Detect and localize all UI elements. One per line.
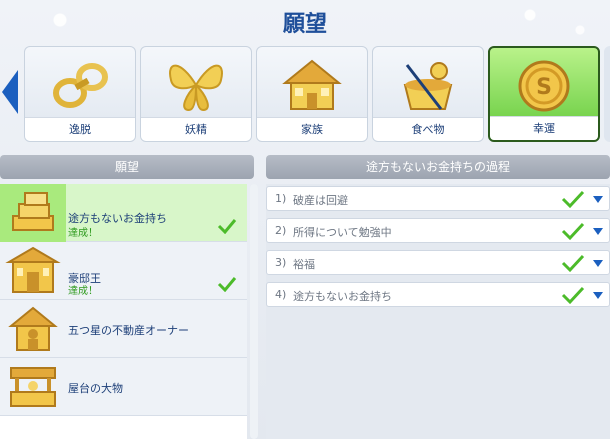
list-item[interactable]: 豪邸王 達成！: [0, 242, 247, 300]
milestone-label: 途方もないお金持ち: [293, 290, 392, 303]
milestone-row[interactable]: 1) 破産は回避: [266, 186, 610, 211]
scrollbar-thumb[interactable]: [250, 184, 258, 439]
food-stall-icon: [0, 358, 66, 416]
list-item[interactable]: 屋台の大物: [0, 358, 247, 416]
handcuffs-icon: [25, 51, 135, 119]
tab-label: 妖精: [141, 117, 251, 141]
aspiration-status: 達成！: [68, 228, 98, 239]
butterfly-wings-icon: [141, 51, 251, 119]
checkmark-icon: [561, 286, 585, 305]
mansion-icon: [0, 242, 66, 300]
milestone-number: 4): [275, 288, 287, 301]
chevron-down-icon[interactable]: [593, 196, 603, 203]
aspiration-status: 達成！: [68, 286, 98, 297]
milestone-row[interactable]: 3) 裕福: [266, 250, 610, 275]
chevron-down-icon[interactable]: [593, 228, 603, 235]
milestone-number: 3): [275, 256, 287, 269]
milestone-label: 裕福: [293, 258, 315, 271]
milestones-header: 途方もないお金持ちの過程: [266, 155, 610, 179]
gold-bars-icon: [0, 184, 66, 242]
tab-food[interactable]: 食べ物: [372, 46, 484, 142]
tab-fortune[interactable]: S 幸運: [488, 46, 600, 142]
milestone-number: 1): [275, 192, 287, 205]
tab-label: 幸運: [490, 116, 598, 140]
tab-label: 食べ物: [373, 117, 483, 141]
checkmark-icon: [561, 222, 585, 241]
category-tabs: 逸脱 妖精 家族 食べ物 S 幸運: [0, 46, 610, 142]
checkmark-icon: [217, 219, 237, 234]
cooking-pot-icon: [373, 51, 483, 119]
milestone-row[interactable]: 4) 途方もないお金持ち: [266, 282, 610, 307]
list-scrollbar[interactable]: [250, 184, 258, 439]
tab-family[interactable]: 家族: [256, 46, 368, 142]
tab-next-partial[interactable]: [604, 46, 610, 142]
arrow-left-icon: [2, 70, 18, 114]
chevron-down-icon[interactable]: [593, 260, 603, 267]
svg-text:S: S: [536, 75, 552, 100]
gold-coin-icon: S: [490, 52, 598, 120]
aspiration-name: 屋台の大物: [68, 382, 123, 395]
house-icon: [257, 51, 367, 119]
milestone-label: 所得について勉強中: [293, 226, 392, 239]
tab-fairy[interactable]: 妖精: [140, 46, 252, 142]
milestone-list: 1) 破産は回避 2) 所得について勉強中 3) 裕福 4) 途方もないお金持ち: [266, 184, 610, 439]
list-item[interactable]: 途方もないお金持ち 達成！: [0, 184, 247, 242]
milestone-number: 2): [275, 224, 287, 237]
checkmark-icon: [561, 254, 585, 273]
tabs-prev-button[interactable]: [0, 68, 20, 116]
tab-deviance[interactable]: 逸脱: [24, 46, 136, 142]
aspiration-list-header: 願望: [0, 155, 254, 179]
checkmark-icon: [561, 190, 585, 209]
milestone-row[interactable]: 2) 所得について勉強中: [266, 218, 610, 243]
aspiration-name: 五つ星の不動産オーナー: [68, 324, 189, 337]
list-item[interactable]: 五つ星の不動産オーナー: [0, 300, 247, 358]
checkmark-icon: [217, 277, 237, 292]
tab-label: 逸脱: [25, 117, 135, 141]
tab-label: 家族: [257, 117, 367, 141]
milestone-label: 破産は回避: [293, 194, 348, 207]
chevron-down-icon[interactable]: [593, 292, 603, 299]
aspiration-list: 途方もないお金持ち 達成！ 豪邸王 達成！ 五つ星の不動産オーナー 屋台の大物: [0, 184, 247, 439]
page-title: 願望: [282, 12, 327, 37]
property-owner-icon: [0, 300, 66, 358]
